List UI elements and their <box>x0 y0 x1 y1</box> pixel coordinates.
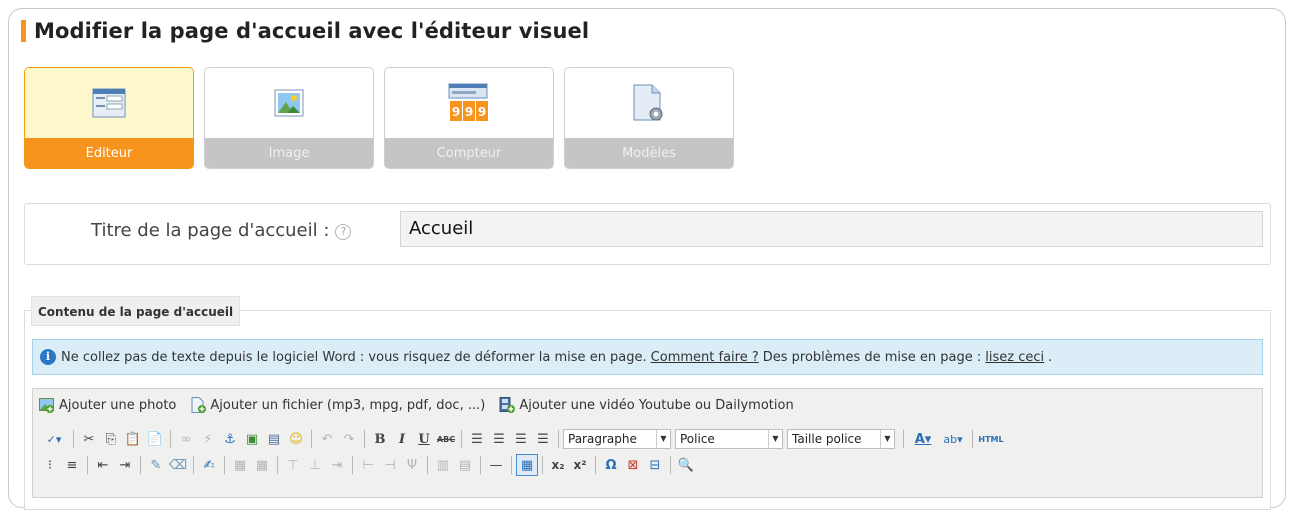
insert-table-icon[interactable]: ▦ <box>516 454 538 476</box>
unlink-icon[interactable]: ⚡ <box>197 428 219 450</box>
table-props-icon[interactable]: ▦ <box>229 454 251 476</box>
special-char-icon[interactable]: Ω <box>600 454 622 476</box>
media-actions: Ajouter une photo Ajouter un fichier (mp… <box>39 397 808 413</box>
read-this-link[interactable]: lisez ceci <box>985 350 1044 365</box>
insert-image-icon[interactable]: ▣ <box>241 428 263 450</box>
redo-icon[interactable]: ↷ <box>338 428 360 450</box>
add-video-icon <box>499 397 516 413</box>
anchor-icon[interactable]: ⚓ <box>219 428 241 450</box>
insert-media-icon[interactable]: ▤ <box>263 428 285 450</box>
merge-cells-icon[interactable]: ▤ <box>454 454 476 476</box>
bold-icon[interactable]: B <box>369 428 391 450</box>
insert-row-before-icon[interactable]: ⊤ <box>282 454 304 476</box>
align-center-icon[interactable]: ☰ <box>488 428 510 450</box>
home-title-section: Titre de la page d'accueil :? Accueil <box>24 203 1271 265</box>
editor-window-icon <box>92 88 126 118</box>
bullet-list-icon[interactable]: ⁝ <box>39 454 61 476</box>
strikethrough-icon[interactable]: ABC <box>435 428 457 450</box>
chevron-down-icon: ▼ <box>656 430 670 448</box>
toolbar-row-2: ⁝ ≡ ⇤ ⇥ ✎ ⌫ ✍ ▦ ▦ ⊤ ⊥ ⇥ ⊢ ⊣ Ψ ▥ ▤ — ▦ x₂… <box>39 453 697 477</box>
add-video-button[interactable]: Ajouter une vidéo Youtube ou Dailymotion <box>499 397 794 413</box>
pdf-icon[interactable]: ⊠ <box>622 454 644 476</box>
cell-props-icon[interactable]: ▦ <box>251 454 273 476</box>
link-icon[interactable]: ∞ <box>175 428 197 450</box>
editor-tabs: Editeur Image 9 9 9 Compteur Modèles <box>24 67 734 169</box>
page-break-icon[interactable]: ⊟ <box>644 454 666 476</box>
tab-label: Image <box>205 138 373 168</box>
tab-counter[interactable]: 9 9 9 Compteur <box>384 67 554 169</box>
emoticon-icon[interactable]: ☺ <box>285 428 307 450</box>
font-size-select[interactable]: Taille police ▼ <box>787 429 895 449</box>
paste-text-icon[interactable]: 📄 <box>144 428 166 450</box>
tab-label: Editeur <box>25 138 193 168</box>
align-right-icon[interactable]: ☰ <box>510 428 532 450</box>
tab-templates[interactable]: Modèles <box>564 67 734 169</box>
template-settings-icon <box>633 84 663 121</box>
horizontal-rule-icon[interactable]: — <box>485 454 507 476</box>
format-select[interactable]: Paragraphe ▼ <box>563 429 671 449</box>
undo-icon[interactable]: ↶ <box>316 428 338 450</box>
counter-icon: 9 9 9 <box>448 83 488 121</box>
info-notice: i Ne collez pas de texte depuis le logic… <box>32 339 1263 375</box>
indent-icon[interactable]: ⇥ <box>114 454 136 476</box>
insert-row-after-icon[interactable]: ⊥ <box>304 454 326 476</box>
copy-icon[interactable]: ⎘ <box>100 428 122 450</box>
eraser-icon[interactable]: ⌫ <box>167 454 189 476</box>
add-photo-button[interactable]: Ajouter une photo <box>39 397 176 413</box>
svg-text:9: 9 <box>478 105 486 119</box>
italic-icon[interactable]: I <box>391 428 413 450</box>
svg-text:9: 9 <box>452 105 460 119</box>
insert-col-before-icon[interactable]: ⊢ <box>357 454 379 476</box>
home-title-label: Titre de la page d'accueil :? <box>91 220 352 241</box>
how-to-link[interactable]: Comment faire ? <box>651 350 759 365</box>
svg-text:9: 9 <box>465 105 473 119</box>
spellcheck-button[interactable]: ✓▾ <box>39 428 69 450</box>
title-accent-bar <box>21 20 26 42</box>
chevron-down-icon: ▼ <box>880 430 894 448</box>
paste-icon[interactable]: 📋 <box>122 428 144 450</box>
info-text: Ne collez pas de texte depuis le logicie… <box>61 349 647 365</box>
chevron-down-icon: ▼ <box>768 430 782 448</box>
wysiwyg-toolbar: Ajouter une photo Ajouter un fichier (mp… <box>32 388 1263 498</box>
tab-image[interactable]: Image <box>204 67 374 169</box>
delete-col-icon[interactable]: Ψ <box>401 454 423 476</box>
edit-css-icon[interactable]: ✍ <box>198 454 220 476</box>
content-section-legend: Contenu de la page d'accueil <box>31 296 241 326</box>
clean-formatting-icon[interactable]: ✎ <box>145 454 167 476</box>
html-source-button[interactable]: HTML <box>977 428 1005 450</box>
add-file-button[interactable]: Ajouter un fichier (mp3, mpg, pdf, doc, … <box>190 397 485 413</box>
info-text-middle: Des problèmes de mise en page : <box>762 349 982 365</box>
tab-label: Compteur <box>385 138 553 168</box>
delete-row-icon[interactable]: ⇥ <box>326 454 348 476</box>
preview-icon[interactable]: 🔍 <box>675 454 697 476</box>
numbered-list-icon[interactable]: ≡ <box>61 454 83 476</box>
underline-icon[interactable]: U <box>413 428 435 450</box>
highlight-color-icon[interactable]: ab▾ <box>938 428 968 450</box>
image-icon <box>274 89 304 117</box>
split-cells-icon[interactable]: ▥ <box>432 454 454 476</box>
font-select[interactable]: Police ▼ <box>675 429 783 449</box>
help-icon[interactable]: ? <box>335 224 352 240</box>
text-color-icon[interactable]: A▾ <box>908 428 938 450</box>
insert-col-after-icon[interactable]: ⊣ <box>379 454 401 476</box>
tab-editor[interactable]: Editeur <box>24 67 194 169</box>
tab-label: Modèles <box>565 138 733 168</box>
add-photo-icon <box>39 398 54 413</box>
align-left-icon[interactable]: ☰ <box>466 428 488 450</box>
info-text-end: . <box>1048 349 1053 365</box>
outdent-icon[interactable]: ⇤ <box>92 454 114 476</box>
page-title: Modifier la page d'accueil avec l'éditeu… <box>34 19 590 43</box>
home-title-input[interactable]: Accueil <box>400 211 1263 247</box>
cut-icon[interactable]: ✂ <box>78 428 100 450</box>
superscript-icon[interactable]: x² <box>569 454 591 476</box>
add-file-icon <box>191 397 207 413</box>
page-header: Modifier la page d'accueil avec l'éditeu… <box>21 17 589 45</box>
info-icon: i <box>40 349 56 365</box>
align-justify-icon[interactable]: ☰ <box>532 428 554 450</box>
toolbar-row-1: ✓▾ ✂ ⎘ 📋 📄 ∞ ⚡ ⚓ ▣ ▤ ☺ ↶ ↷ B I U ABC ☰ ☰… <box>39 427 1005 451</box>
subscript-icon[interactable]: x₂ <box>547 454 569 476</box>
